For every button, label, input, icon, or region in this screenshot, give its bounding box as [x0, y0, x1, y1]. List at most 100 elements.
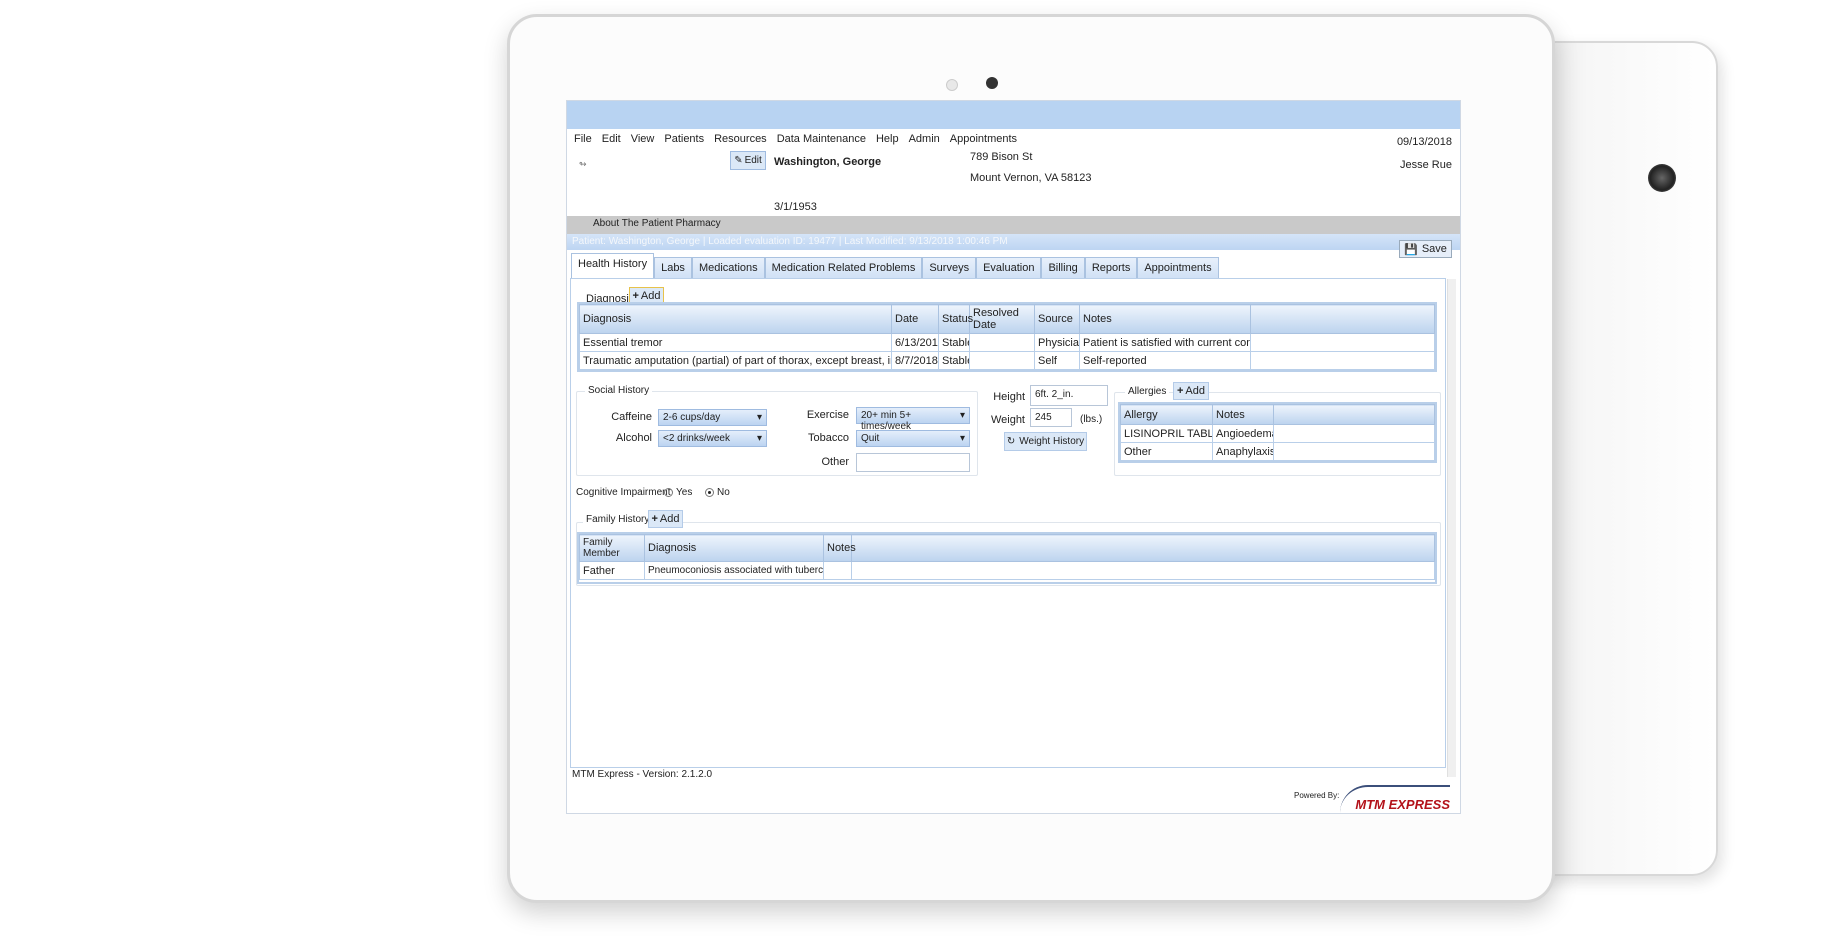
tab-billing[interactable]: Billing	[1041, 257, 1085, 279]
dropdown-arrow-icon: ▾	[756, 412, 762, 423]
address-line2: Mount Vernon, VA 58123	[970, 172, 1092, 184]
cell	[969, 351, 1035, 370]
column-header[interactable]: Diagnosis	[644, 534, 824, 562]
column-header[interactable]: Allergy	[1120, 404, 1213, 425]
pharmacy-link[interactable]: About The Patient Pharmacy	[593, 218, 721, 229]
current-user: Jesse Rue	[1400, 159, 1452, 171]
cognitive-yes-radio[interactable]: Yes	[664, 487, 692, 498]
column-header[interactable]: Resolved Date	[969, 304, 1035, 334]
rear-camera-icon	[1648, 164, 1676, 192]
tab-reports[interactable]: Reports	[1084, 257, 1138, 279]
table-row[interactable]: LISINOPRIL TABLETS Angioedema	[1120, 424, 1435, 443]
cell: Stable	[938, 351, 970, 370]
cell: Physician	[1034, 333, 1080, 352]
menu-bar: File Edit View Patients Resources Data M…	[574, 133, 1017, 145]
radio-icon	[664, 487, 673, 497]
cell: Traumatic amputation (partial) of part o…	[579, 351, 892, 370]
weight-unit: (lbs.)	[1080, 414, 1103, 425]
edit-patient-button[interactable]: ✎ Edit	[730, 151, 766, 170]
table-row[interactable]: Father Pneumoconiosis associated with tu…	[579, 561, 1435, 580]
table-row[interactable]: Other Anaphylaxis	[1120, 442, 1435, 461]
patient-photo-icon: ↬	[579, 159, 587, 169]
allergies-label: Allergies	[1125, 386, 1170, 397]
add-family-history-button[interactable]: + Add	[648, 510, 683, 528]
caffeine-label: Caffeine	[611, 411, 652, 423]
tobacco-select[interactable]: Quit ▾	[856, 430, 970, 447]
column-header[interactable]: Notes	[823, 534, 856, 562]
sensor-icon	[946, 79, 958, 91]
tab-medication-related-problems[interactable]: Medication Related Problems	[764, 257, 923, 279]
cell	[851, 561, 1435, 580]
cell	[1273, 442, 1435, 461]
weight-history-button[interactable]: ↻ Weight History	[1004, 432, 1087, 451]
menu-edit[interactable]: Edit	[602, 133, 621, 145]
tab-medications[interactable]: Medications	[691, 257, 765, 279]
column-header[interactable]: Family Member	[579, 534, 645, 562]
other-input[interactable]	[856, 453, 970, 472]
cell	[823, 561, 852, 580]
menu-data-maintenance[interactable]: Data Maintenance	[777, 133, 866, 145]
title-strip	[567, 101, 1460, 129]
powered-by-label: Powered By:	[1294, 791, 1340, 800]
menu-help[interactable]: Help	[876, 133, 899, 145]
cell: Father	[579, 561, 645, 580]
weight-input[interactable]: 245	[1030, 408, 1072, 427]
exercise-select[interactable]: 20+ min 5+ times/week ▾	[856, 407, 970, 432]
cell	[969, 333, 1035, 352]
height-label: Height	[993, 391, 1025, 403]
tab-evaluation[interactable]: Evaluation	[976, 257, 1042, 279]
cell	[1250, 351, 1435, 370]
plus-icon: +	[651, 513, 658, 525]
tab-appointments[interactable]: Appointments	[1137, 257, 1219, 279]
address-line1: 789 Bison St	[970, 151, 1033, 163]
save-button[interactable]: 💾 Save	[1399, 240, 1452, 258]
menu-resources[interactable]: Resources	[714, 133, 767, 145]
radio-selected-icon	[705, 487, 714, 497]
history-icon: ↻	[1006, 436, 1016, 447]
table-row[interactable]: Essential tremor 6/13/2010 Stable Physic…	[579, 333, 1435, 352]
column-header[interactable]: Date	[891, 304, 939, 334]
caffeine-select[interactable]: 2-6 cups/day ▾	[658, 409, 767, 426]
column-header[interactable]: Notes	[1212, 404, 1274, 425]
tab-labs[interactable]: Labs	[654, 257, 692, 279]
column-header	[1273, 404, 1435, 425]
exercise-label: Exercise	[806, 409, 849, 421]
menu-view[interactable]: View	[631, 133, 655, 145]
height-input[interactable]: 6ft. 2_in.	[1030, 385, 1108, 406]
family-history-label: Family History	[583, 514, 653, 525]
cell	[1273, 424, 1435, 443]
menu-admin[interactable]: Admin	[909, 133, 940, 145]
menu-file[interactable]: File	[574, 133, 592, 145]
add-allergy-button[interactable]: + Add	[1173, 382, 1209, 400]
cell: Angioedema	[1212, 424, 1274, 443]
plus-icon: +	[1176, 385, 1184, 397]
menu-appointments[interactable]: Appointments	[950, 133, 1017, 145]
cell: LISINOPRIL TABLETS	[1120, 424, 1213, 443]
cell: Essential tremor	[579, 333, 892, 352]
cell: Stable	[938, 333, 970, 352]
cognitive-impairment-label: Cognitive Impairment	[576, 487, 671, 498]
column-header[interactable]: Notes	[1079, 304, 1251, 334]
cell: Self	[1034, 351, 1080, 370]
table-header: Diagnosis Date Status Resolved Date Sour…	[579, 304, 1435, 334]
cell: Self-reported	[1079, 351, 1251, 370]
column-header[interactable]: Status	[938, 304, 973, 334]
menu-patients[interactable]: Patients	[664, 133, 704, 145]
social-history-label: Social History	[585, 385, 653, 396]
vertical-scrollbar[interactable]	[1447, 279, 1456, 777]
tab-surveys[interactable]: Surveys	[922, 257, 977, 279]
column-header[interactable]: Source	[1034, 304, 1080, 334]
alcohol-select[interactable]: <2 drinks/week ▾	[658, 430, 767, 447]
cognitive-no-radio[interactable]: No	[705, 487, 730, 498]
tab-health-history[interactable]: Health History	[571, 253, 655, 279]
dropdown-arrow-icon: ▾	[756, 433, 762, 444]
cell: Other	[1120, 442, 1213, 461]
current-date: 09/13/2018	[1396, 136, 1452, 148]
floppy-disk-icon: 💾	[1404, 243, 1418, 256]
other-label: Other	[821, 456, 849, 468]
cell: Anaphylaxis	[1212, 442, 1274, 461]
tab-bar: Health History Labs Medications Medicati…	[571, 251, 1219, 279]
table-row[interactable]: Traumatic amputation (partial) of part o…	[579, 351, 1435, 370]
plus-icon: +	[632, 290, 639, 302]
column-header[interactable]: Diagnosis	[579, 304, 892, 334]
